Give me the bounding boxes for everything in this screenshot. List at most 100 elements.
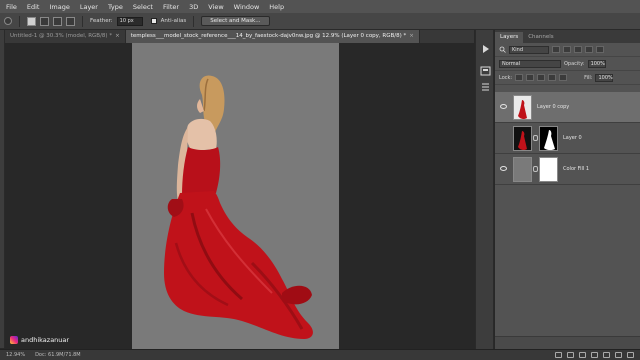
opacity-label: Opacity: bbox=[564, 60, 585, 67]
lock-row: Lock: Fill: 100% bbox=[495, 71, 640, 85]
link-layers-icon[interactable] bbox=[555, 352, 562, 358]
lock-all-icon[interactable] bbox=[559, 74, 568, 81]
layer-mask-thumbnail[interactable] bbox=[539, 126, 558, 151]
menu-layer[interactable]: Layer bbox=[80, 3, 98, 11]
filter-type-icon[interactable] bbox=[574, 46, 582, 53]
tab-untitled-1[interactable]: Untitled-1 @ 30.3% (model, RGB/8) * × bbox=[5, 30, 126, 43]
menu-type[interactable]: Type bbox=[108, 3, 123, 11]
layer-row[interactable]: Color Fill 1 bbox=[495, 154, 640, 185]
visibility-eye-icon[interactable] bbox=[500, 166, 507, 171]
doc-size: Doc: 61.9M/71.8M bbox=[35, 352, 81, 358]
add-selection-icon[interactable] bbox=[40, 16, 49, 26]
new-layer-icon[interactable] bbox=[615, 352, 622, 358]
feather-label: Feather: bbox=[90, 18, 113, 24]
close-icon[interactable]: × bbox=[409, 33, 414, 39]
filter-row: Kind bbox=[495, 43, 640, 57]
layer-row[interactable]: Layer 0 bbox=[495, 123, 640, 154]
layer-name[interactable]: Color Fill 1 bbox=[563, 166, 589, 172]
intersect-selection-icon[interactable] bbox=[66, 16, 75, 26]
menu-edit[interactable]: Edit bbox=[27, 3, 40, 11]
feather-input[interactable]: 10 px bbox=[116, 16, 143, 26]
filter-smart-icon[interactable] bbox=[596, 46, 604, 53]
visibility-eye-icon[interactable] bbox=[500, 135, 507, 140]
play-icon[interactable] bbox=[480, 44, 491, 54]
menu-window[interactable]: Window bbox=[234, 3, 260, 11]
status-bar: 12.94% Doc: 61.9M/71.8M bbox=[0, 349, 640, 360]
menu-bar: File Edit Image Layer Type Select Filter… bbox=[0, 0, 640, 13]
close-icon[interactable]: × bbox=[115, 33, 120, 39]
fill-layer-thumbnail[interactable] bbox=[513, 157, 532, 182]
layer-thumbnail[interactable] bbox=[513, 95, 532, 120]
layer-thumbnail[interactable] bbox=[513, 126, 532, 151]
fill-input[interactable]: 100% bbox=[595, 73, 614, 82]
lock-move-icon[interactable] bbox=[537, 74, 546, 81]
adjustment-icon[interactable] bbox=[591, 352, 598, 358]
filter-adjustment-icon[interactable] bbox=[563, 46, 571, 53]
layer-name[interactable]: Layer 0 bbox=[563, 135, 582, 141]
canvas-area[interactable] bbox=[5, 43, 474, 349]
dress-thumbnail-image bbox=[518, 131, 527, 150]
dress-thumbnail-image bbox=[518, 100, 527, 119]
model-image bbox=[164, 75, 313, 339]
tab-layers[interactable]: Layers bbox=[495, 32, 524, 43]
tab-channels[interactable]: Channels bbox=[523, 32, 558, 43]
visibility-eye-icon[interactable] bbox=[500, 104, 507, 109]
fill-label: Fill: bbox=[584, 74, 593, 81]
properties-icon[interactable] bbox=[480, 66, 491, 76]
blend-mode-select[interactable]: Normal bbox=[499, 59, 561, 68]
subtract-selection-icon[interactable] bbox=[53, 16, 62, 26]
chain-link-icon[interactable] bbox=[533, 135, 538, 141]
fx-icon[interactable] bbox=[567, 352, 574, 358]
options-divider bbox=[19, 15, 20, 27]
options-bar: Feather: 10 px Anti-alias Select and Mas… bbox=[0, 13, 640, 30]
watermark-text: andhikazanuar bbox=[21, 336, 70, 344]
kind-select[interactable]: Kind bbox=[509, 45, 549, 54]
options-divider bbox=[193, 15, 195, 27]
tab-templess-model[interactable]: templess___model_stock_reference___14_by… bbox=[125, 30, 420, 43]
adjust-icon[interactable] bbox=[480, 82, 491, 92]
options-divider bbox=[82, 15, 83, 27]
collapsed-panel-dock bbox=[475, 30, 494, 349]
opacity-input[interactable]: 100% bbox=[587, 59, 606, 68]
blend-row: Normal Opacity: 100% bbox=[495, 57, 640, 71]
menu-view[interactable]: View bbox=[208, 3, 223, 11]
lock-paint-icon[interactable] bbox=[526, 74, 535, 81]
zoom-level[interactable]: 12.94% bbox=[6, 352, 25, 358]
group-icon[interactable] bbox=[603, 352, 610, 358]
new-selection-icon[interactable] bbox=[27, 16, 36, 26]
tab-label: Untitled-1 @ 30.3% (model, RGB/8) * bbox=[10, 33, 113, 39]
layer-row[interactable]: Layer 0 copy bbox=[495, 92, 640, 123]
trash-icon[interactable] bbox=[627, 352, 634, 358]
layer-name[interactable]: Layer 0 copy bbox=[537, 104, 569, 110]
tool-preset-icon[interactable] bbox=[4, 17, 12, 25]
menu-image[interactable]: Image bbox=[49, 3, 69, 11]
search-icon bbox=[499, 46, 506, 53]
antialias-label: Anti-alias bbox=[160, 18, 187, 24]
menu-help[interactable]: Help bbox=[269, 3, 284, 11]
instagram-watermark: andhikazanuar bbox=[10, 336, 69, 344]
layers-panel: Layers Channels Kind Normal Opacity: 100… bbox=[495, 30, 640, 349]
filter-shape-icon[interactable] bbox=[585, 46, 593, 53]
chain-link-icon[interactable] bbox=[533, 166, 538, 172]
document-canvas[interactable] bbox=[132, 43, 339, 349]
layer-mask-thumbnail[interactable] bbox=[539, 157, 558, 182]
layers-footer bbox=[495, 336, 640, 349]
filter-pixel-icon[interactable] bbox=[552, 46, 560, 53]
menu-select[interactable]: Select bbox=[133, 3, 153, 11]
menu-3d[interactable]: 3D bbox=[189, 3, 198, 11]
tab-label: templess___model_stock_reference___14_by… bbox=[130, 33, 407, 39]
menu-filter[interactable]: Filter bbox=[163, 3, 179, 11]
panel-tabs: Layers Channels bbox=[495, 30, 640, 43]
mask-silhouette bbox=[544, 130, 555, 150]
antialias-checkbox[interactable] bbox=[150, 18, 157, 24]
layer-list: Layer 0 copy Layer 0 Color Fill 1 bbox=[495, 92, 640, 185]
select-and-mask-button[interactable]: Select and Mask... bbox=[201, 16, 270, 26]
lock-artboard-icon[interactable] bbox=[548, 74, 557, 81]
panel-footer-icons bbox=[555, 352, 634, 358]
lock-label: Lock: bbox=[499, 74, 513, 81]
document-tab-bar: Untitled-1 @ 30.3% (model, RGB/8) * × tem… bbox=[5, 30, 474, 43]
add-mask-icon[interactable] bbox=[579, 352, 586, 358]
menu-file[interactable]: File bbox=[6, 3, 17, 11]
instagram-icon bbox=[10, 336, 18, 344]
lock-transparent-icon[interactable] bbox=[515, 74, 524, 81]
